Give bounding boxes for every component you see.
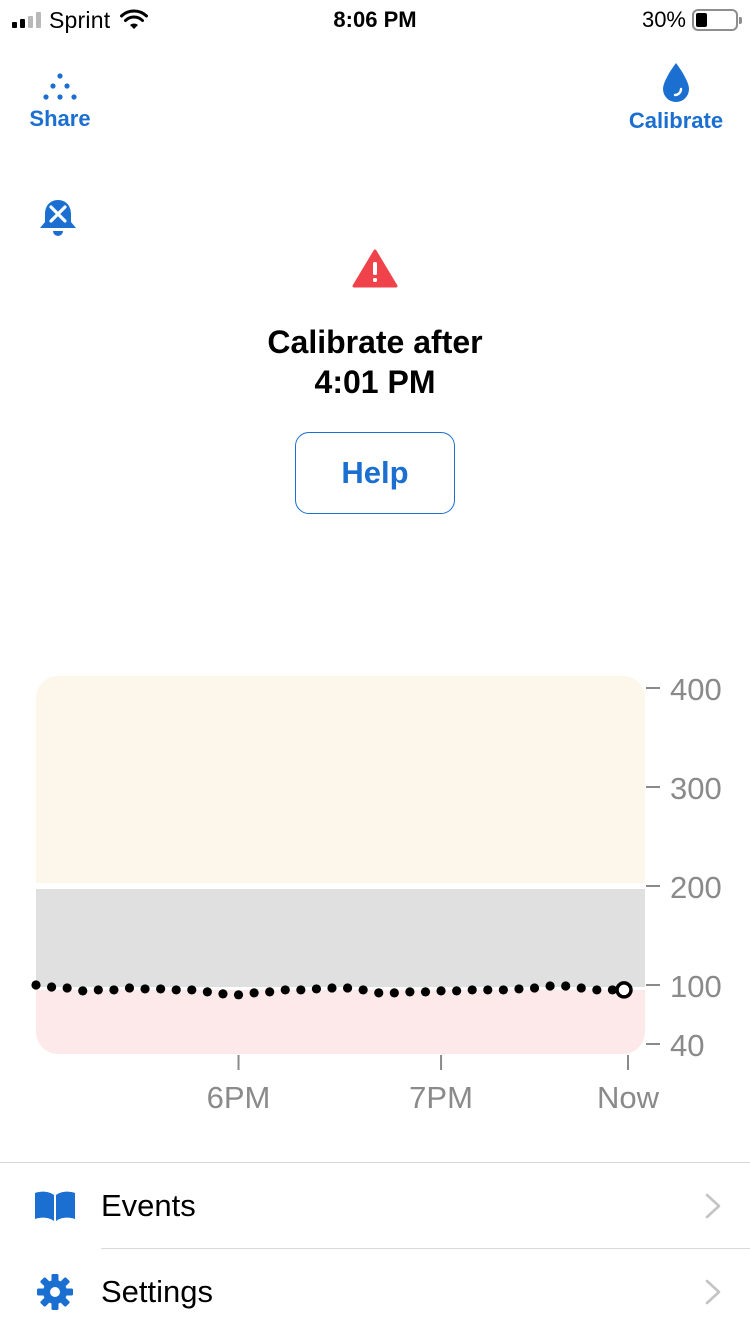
reading-point	[46, 982, 57, 992]
signal-strength-icon	[12, 12, 41, 28]
reading-point	[218, 989, 228, 999]
chevron-right-icon	[705, 1193, 721, 1219]
reading-point	[420, 987, 431, 997]
reading-point	[498, 985, 508, 995]
reading-point	[78, 986, 88, 996]
reading-point	[436, 986, 446, 996]
help-button[interactable]: Help	[295, 432, 455, 514]
battery-fill	[696, 13, 708, 27]
reading-point	[109, 985, 119, 995]
share-button[interactable]: Share	[22, 72, 98, 132]
current-reading-point	[615, 981, 633, 999]
status-left: Sprint	[12, 6, 149, 34]
zone-low	[36, 989, 645, 1054]
events-row[interactable]: Events	[0, 1163, 750, 1249]
alert-title: Calibrate after 4:01 PM	[0, 322, 750, 402]
reading-point	[62, 983, 72, 993]
reading-point	[311, 984, 322, 994]
y-tick-label-100: 100	[670, 969, 722, 1004]
wifi-icon	[120, 9, 149, 29]
calibrate-label: Calibrate	[628, 108, 724, 133]
reading-point	[31, 980, 41, 990]
battery-percent: 30%	[641, 7, 686, 32]
reading-point	[249, 988, 259, 998]
reading-point	[280, 985, 290, 995]
status-bar: Sprint 8:06 PM 30%	[0, 0, 750, 40]
settings-row[interactable]: Settings	[0, 1249, 750, 1334]
carrier-name: Sprint	[49, 6, 111, 33]
calibrate-button[interactable]: Calibrate	[618, 62, 734, 134]
reading-point	[124, 983, 135, 993]
reading-point	[156, 984, 166, 994]
reading-point	[389, 988, 399, 998]
reading-point	[140, 984, 150, 994]
reading-point	[202, 987, 212, 997]
x-tick-label-0: 6PM	[207, 1080, 271, 1115]
chevron-right-icon	[705, 1279, 721, 1305]
reading-point	[93, 985, 103, 995]
alert-mute-button[interactable]	[36, 196, 80, 240]
book-icon	[34, 1185, 76, 1227]
reading-point	[296, 985, 306, 995]
reading-point	[358, 985, 368, 995]
zone-target	[36, 889, 645, 987]
reading-point	[545, 981, 555, 991]
reading-point	[452, 986, 462, 996]
reading-point	[233, 990, 244, 1000]
blood-drop-icon	[663, 63, 689, 102]
reading-point	[592, 985, 602, 995]
glucose-chart: 400 300 200 100 40 6PM 7PM Now	[31, 672, 722, 1115]
share-label: Share	[29, 106, 91, 131]
reading-point	[576, 983, 586, 993]
gear-icon	[34, 1271, 76, 1313]
zone-high	[36, 676, 645, 883]
y-tick-label-400: 400	[670, 672, 722, 707]
reading-point	[561, 981, 571, 991]
reading-point	[467, 985, 477, 995]
reading-point	[529, 983, 540, 993]
x-tick-label-1: 7PM	[409, 1080, 473, 1115]
reading-point	[483, 985, 493, 995]
settings-label: Settings	[101, 1274, 214, 1309]
y-tick-label-40: 40	[670, 1028, 704, 1063]
x-tick-label-2: Now	[597, 1080, 660, 1115]
share-dots-icon	[43, 73, 77, 100]
bell-muted-icon	[40, 200, 76, 236]
y-tick-label-300: 300	[670, 771, 722, 806]
alert-title-line2: 4:01 PM	[314, 364, 436, 400]
reading-point	[374, 988, 384, 998]
alert-title-line1: Calibrate after	[267, 324, 483, 360]
reading-point	[342, 983, 353, 993]
reading-point	[265, 987, 275, 997]
reading-point	[405, 987, 415, 997]
battery-icon	[692, 9, 742, 31]
events-label: Events	[101, 1188, 196, 1223]
reading-point	[171, 985, 181, 995]
warning-icon	[352, 249, 398, 288]
reading-point	[514, 984, 524, 994]
y-tick-label-200: 200	[670, 870, 722, 905]
reading-point	[187, 985, 197, 995]
status-right: 30%	[641, 6, 742, 34]
reading-point	[327, 983, 337, 993]
